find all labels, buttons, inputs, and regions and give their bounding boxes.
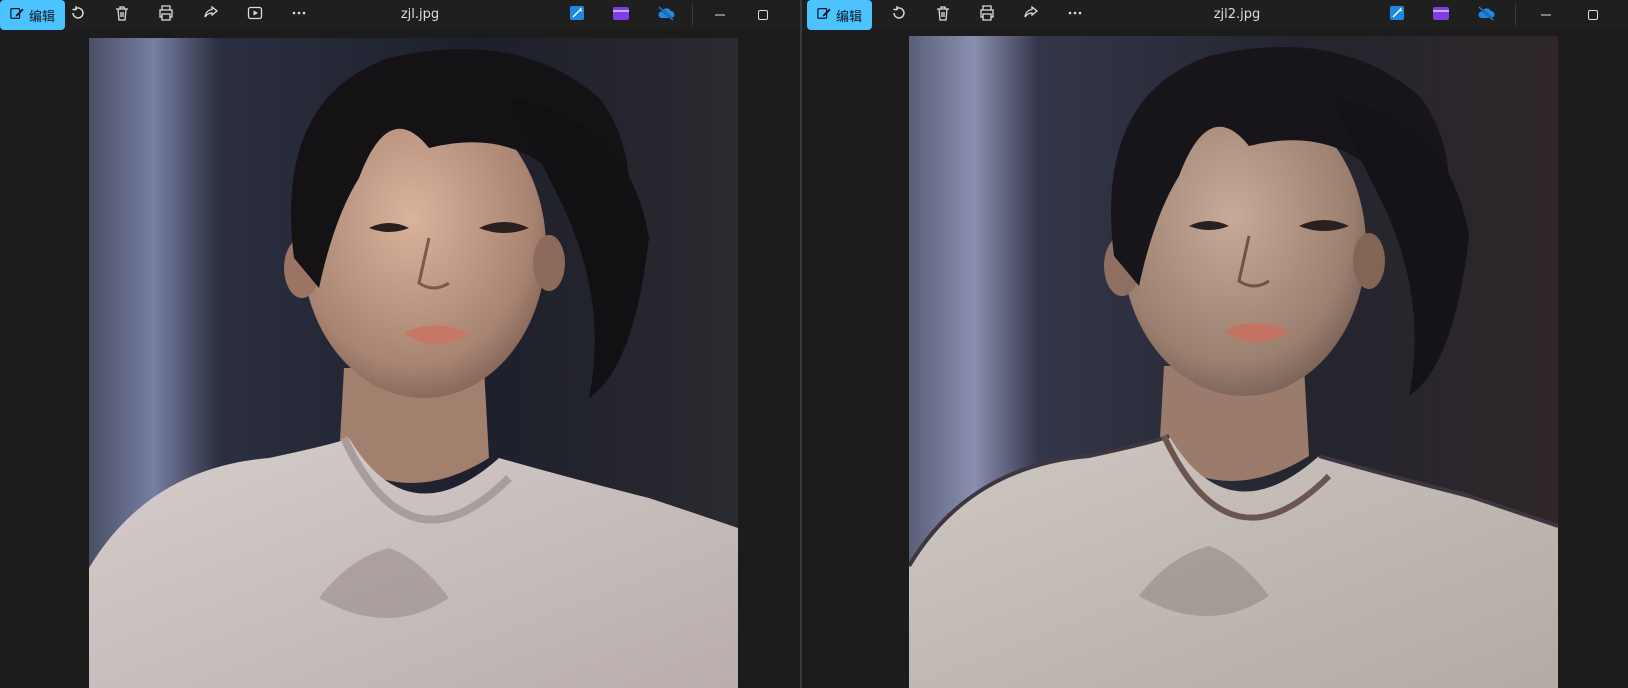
share-icon xyxy=(1023,5,1039,25)
delete-icon xyxy=(935,5,951,25)
print-icon xyxy=(979,5,995,25)
maximize-icon xyxy=(757,6,769,25)
photo-portrait xyxy=(909,36,1558,688)
print-icon xyxy=(158,5,174,25)
edit-icon xyxy=(10,6,24,24)
clipchamp-button[interactable] xyxy=(1426,0,1456,30)
edit-label: 编辑 xyxy=(29,9,56,25)
delete-button[interactable] xyxy=(107,0,137,30)
window-title: zjl2.jpg xyxy=(1213,7,1261,22)
slideshow-icon xyxy=(247,5,263,25)
photo-portrait xyxy=(89,38,738,688)
print-button[interactable] xyxy=(151,0,181,30)
minimize-icon xyxy=(1540,6,1552,25)
maximize-button[interactable] xyxy=(748,0,778,30)
toolbar-separator xyxy=(692,4,693,26)
photos-window-right: 编辑 zjl2.jpg xyxy=(802,0,1628,688)
more-icon xyxy=(1067,5,1083,25)
toolbar-separator xyxy=(1515,4,1516,26)
share-button[interactable] xyxy=(196,0,226,30)
photos-window-left: 编辑 zjl.jpg xyxy=(0,0,800,688)
rotate-button[interactable] xyxy=(884,0,914,30)
more-icon xyxy=(291,5,307,25)
edit-button[interactable]: 编辑 xyxy=(807,0,873,30)
image-viewer[interactable] xyxy=(0,30,800,688)
clipchamp-button[interactable] xyxy=(606,0,636,30)
clipchamp-icon xyxy=(1432,5,1450,25)
onedrive-off-icon xyxy=(1476,5,1496,25)
print-button[interactable] xyxy=(972,0,1002,30)
toolbar: 编辑 zjl2.jpg xyxy=(802,0,1628,30)
slideshow-button[interactable] xyxy=(240,0,270,30)
rotate-button[interactable] xyxy=(63,0,93,30)
delete-button[interactable] xyxy=(928,0,958,30)
delete-icon xyxy=(114,5,130,25)
edit-label: 编辑 xyxy=(836,9,863,25)
minimize-button[interactable] xyxy=(1531,0,1561,30)
onedrive-off-icon xyxy=(656,5,676,25)
maximize-button[interactable] xyxy=(1578,0,1608,30)
rotate-icon xyxy=(70,5,86,25)
window-title: zjl.jpg xyxy=(400,7,440,22)
maximize-icon xyxy=(1587,6,1599,25)
share-icon xyxy=(203,5,219,25)
minimize-icon xyxy=(714,6,726,25)
edit-icon xyxy=(817,6,831,24)
onedrive-button[interactable] xyxy=(651,0,681,30)
enhance-icon xyxy=(1389,5,1405,25)
enhance-button[interactable] xyxy=(1382,0,1412,30)
enhance-button[interactable] xyxy=(562,0,592,30)
clipchamp-icon xyxy=(612,5,630,25)
minimize-button[interactable] xyxy=(705,0,735,30)
more-button[interactable] xyxy=(284,0,314,30)
enhance-icon xyxy=(569,5,585,25)
rotate-icon xyxy=(891,5,907,25)
image-viewer[interactable] xyxy=(802,30,1628,688)
onedrive-button[interactable] xyxy=(1471,0,1501,30)
more-button[interactable] xyxy=(1060,0,1090,30)
edit-button[interactable]: 编辑 xyxy=(0,0,66,30)
share-button[interactable] xyxy=(1016,0,1046,30)
toolbar: 编辑 zjl.jpg xyxy=(0,0,800,30)
